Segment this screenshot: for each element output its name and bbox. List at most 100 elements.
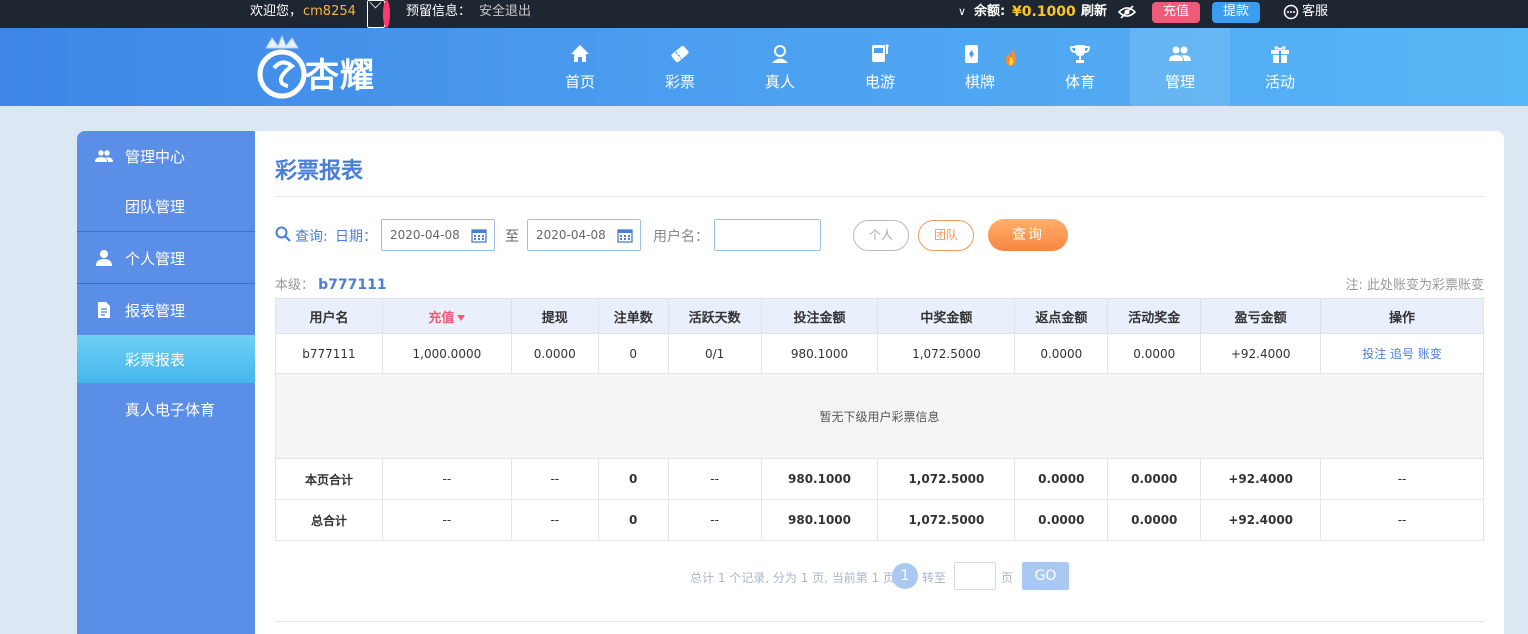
cell-rebate: 0.0000 [1014, 333, 1109, 374]
reserve-info-label: 预留信息： [406, 4, 472, 19]
nav-lottery-label: 彩票 [664, 73, 695, 91]
page-total-row: 本页合计 -- -- 0 -- 980.1000 1,072.5000 0.00… [275, 458, 1484, 500]
total-orders: 0 [597, 458, 669, 500]
total-recharge: -- [381, 499, 512, 541]
total-bet: 980.1000 [760, 499, 879, 541]
total-orders: 0 [597, 499, 669, 541]
withdraw-button[interactable]: 提款 [1212, 2, 1261, 23]
cell-profit: +92.4000 [1200, 333, 1322, 374]
home-icon [568, 42, 592, 66]
query-label: 查询: [295, 229, 328, 245]
service-link[interactable]: 客服 [1302, 0, 1328, 28]
table-row: b777111 1,000.0000 0.0000 0 0/1 980.1000… [275, 333, 1484, 374]
nav-slots[interactable]: 电游 [830, 28, 930, 106]
balance-label: 余额: [974, 4, 1006, 19]
action-account-changes-link[interactable]: 账变 [1418, 347, 1442, 361]
nav-management-label: 管理 [1164, 73, 1195, 91]
sidebar-divider [77, 231, 255, 232]
sidebar-divider [77, 283, 255, 284]
sidebar-label: 报表管理 [125, 302, 186, 320]
sidebar-group-personal[interactable]: 个人管理 [77, 233, 255, 283]
users-icon [95, 147, 113, 165]
logout-link[interactable]: 安全退出 [479, 0, 531, 28]
cell-active-days: 0/1 [667, 333, 762, 374]
pagination-summary: 总计 1 个记录, 分为 1 页, 当前第 1 页 [690, 571, 896, 585]
total-actions: -- [1320, 499, 1484, 541]
recharge-button[interactable]: 充值 [1152, 2, 1201, 23]
user-icon [95, 249, 113, 267]
nav-cards-label: 棋牌 [964, 73, 995, 91]
page-number-button[interactable]: 1 [892, 563, 918, 589]
dealer-icon [768, 42, 792, 66]
fire-icon [1003, 47, 1019, 71]
gift-icon [1268, 42, 1292, 66]
level-label: 本级： [275, 278, 315, 293]
calendar-icon[interactable] [471, 227, 487, 243]
page-jump-input[interactable] [954, 562, 996, 590]
date-label: 日期： [335, 229, 377, 245]
action-bets-link[interactable]: 投注 [1362, 347, 1386, 361]
report-table: 用户名 充值 提现 注单数 活跃天数 投注金额 中奖金额 返点金额 活动奖金 盈… [275, 298, 1484, 541]
column-header: 提现 [510, 298, 599, 334]
action-chase-link[interactable]: 追号 [1390, 347, 1414, 361]
trophy-icon [1068, 42, 1092, 66]
total-active-days: -- [667, 499, 762, 541]
ticket-icon [668, 42, 692, 66]
cell-withdraw: 0.0000 [510, 333, 599, 374]
personal-filter-button[interactable]: 个人 [853, 220, 909, 251]
column-header: 投注金额 [760, 298, 879, 334]
empty-row: 暂无下级用户彩票信息 [275, 373, 1484, 459]
slot-icon [868, 42, 892, 66]
nav-home-label: 首页 [564, 73, 595, 91]
column-header: 注单数 [597, 298, 669, 334]
nav-management[interactable]: 管理 [1130, 28, 1230, 106]
column-header: 返点金额 [1014, 298, 1109, 334]
nav-promotions[interactable]: 活动 [1230, 28, 1330, 106]
total-bet: 980.1000 [760, 458, 879, 500]
query-button[interactable]: 查询 [988, 219, 1068, 251]
level-row: 本级： b777111 注: 此处账变为彩票账变 [275, 274, 1484, 293]
column-header-label: 充值 [428, 310, 455, 326]
refresh-link[interactable]: 刷新 [1081, 0, 1107, 28]
nav-live[interactable]: 真人 [730, 28, 830, 106]
total-profit: +92.4000 [1200, 499, 1322, 541]
nav-lottery[interactable]: 彩票 [630, 28, 730, 106]
total-label: 本页合计 [275, 458, 383, 500]
total-withdraw: -- [510, 458, 599, 500]
sidebar-label: 管理中心 [125, 148, 186, 166]
nav-sports[interactable]: 体育 [1030, 28, 1130, 106]
level-username[interactable]: b777111 [318, 277, 386, 293]
total-active-days: -- [667, 458, 762, 500]
chevron-down-icon[interactable]: ∨ [958, 0, 966, 28]
username-input[interactable] [714, 219, 821, 251]
nav-home[interactable]: 首页 [530, 28, 630, 106]
sidebar-item-team-management[interactable]: 团队管理 [77, 182, 255, 230]
username-link[interactable]: cm8254 [303, 0, 356, 28]
nav-sports-label: 体育 [1064, 73, 1095, 91]
nav-cards[interactable]: 棋牌 [930, 28, 1030, 106]
total-recharge: -- [381, 458, 512, 500]
go-button[interactable]: GO [1022, 562, 1069, 590]
note-text: 注: 此处账变为彩票账变 [1345, 278, 1484, 293]
row-username-link[interactable]: b777111 [275, 333, 383, 374]
team-filter-button[interactable]: 团队 [918, 220, 974, 251]
calendar-icon[interactable] [617, 227, 633, 243]
grand-total-row: 总合计 -- -- 0 -- 980.1000 1,072.5000 0.000… [275, 499, 1484, 541]
top-bar: 欢迎您， cm8254 预留信息： 安全退出 ∨ 余额: ¥0.1000 刷新 … [0, 0, 1528, 28]
sidebar-label: 彩票报表 [125, 351, 186, 369]
cell-actions: 投注 追号 账变 [1320, 333, 1484, 374]
title-divider [275, 196, 1484, 197]
total-win: 1,072.5000 [877, 499, 1016, 541]
total-win: 1,072.5000 [877, 458, 1016, 500]
column-header: 活动奖金 [1107, 298, 1202, 334]
column-header-sortable[interactable]: 充值 [381, 298, 512, 334]
sidebar-item-live-sports-report[interactable]: 真人电子体育 [77, 385, 255, 433]
cell-win: 1,072.5000 [877, 333, 1016, 374]
page-unit-label: 页 [1001, 571, 1014, 585]
sidebar-label: 团队管理 [125, 198, 186, 216]
sidebar-group-reports[interactable]: 报表管理 [77, 285, 255, 335]
sidebar-group-management-center[interactable]: 管理中心 [77, 131, 255, 181]
total-bonus: 0.0000 [1107, 458, 1202, 500]
sidebar-label: 真人电子体育 [125, 401, 216, 419]
sidebar-item-lottery-report[interactable]: 彩票报表 [77, 335, 255, 383]
